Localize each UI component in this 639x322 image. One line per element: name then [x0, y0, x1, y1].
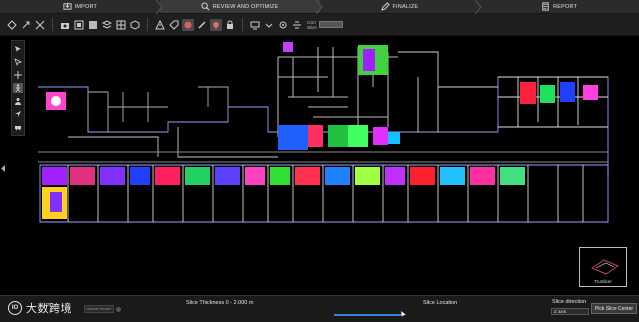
tag-icon[interactable] [168, 19, 180, 31]
slider-handle-icon[interactable] [401, 311, 407, 317]
pick-slice-center-button[interactable]: Pick Slice Center [591, 303, 637, 314]
grid-icon[interactable] [115, 19, 127, 31]
review-icon [201, 2, 210, 11]
step-review[interactable]: REVIEW AND OPTIMIZE [159, 0, 323, 14]
pin-icon[interactable] [210, 18, 222, 31]
move-icon[interactable] [13, 70, 23, 80]
collapse-arrow-icon[interactable] [1, 165, 5, 172]
select-icon[interactable] [13, 44, 23, 54]
toolbar: CS0 Slice [0, 14, 639, 36]
cube-icon[interactable] [129, 19, 141, 31]
navigate-icon[interactable] [13, 109, 23, 119]
warning-icon[interactable] [154, 19, 166, 31]
step-import[interactable]: IMPORT [0, 0, 163, 14]
box-icon[interactable] [87, 19, 99, 31]
floorplan-drawing [38, 42, 609, 223]
cs-value-field[interactable] [318, 21, 343, 28]
slice-location-slider[interactable] [334, 314, 404, 316]
paint-icon[interactable] [182, 18, 194, 31]
chevron-down-icon[interactable] [263, 19, 275, 31]
camera-icon[interactable] [59, 19, 71, 31]
watermark-logo: IO [8, 301, 22, 315]
lock-icon[interactable] [224, 19, 236, 31]
workflow-bar: IMPORT REVIEW AND OPTIMIZE FINALIZE REPO… [0, 0, 639, 14]
minimap-label: TruSlicer [594, 279, 612, 284]
left-label: Pl [46, 303, 51, 309]
step-report-label: REPORT [553, 3, 578, 10]
tool-palette [11, 40, 25, 136]
expand-icon[interactable] [34, 19, 46, 31]
step-finalize-label: FINALIZE [392, 3, 419, 10]
floorplan-viewport[interactable] [28, 37, 634, 295]
step-review-label: REVIEW AND OPTIMIZE [212, 3, 279, 10]
person-icon[interactable] [13, 96, 23, 106]
watermark: IO 大数跨境 [8, 300, 72, 316]
brush-icon[interactable] [196, 19, 208, 31]
update-model-field[interactable]: Update Model [84, 305, 114, 313]
slice-direction-select[interactable]: Z axis [551, 308, 589, 315]
cs-selector[interactable]: CS0 Slice [307, 20, 317, 30]
step-report[interactable]: REPORT [479, 0, 639, 13]
report-icon [542, 2, 549, 11]
rotate-icon[interactable] [20, 19, 32, 31]
car-icon[interactable] [13, 122, 23, 132]
step-finalize[interactable]: FINALIZE [320, 0, 482, 14]
walk-icon[interactable] [13, 83, 23, 93]
frame-icon[interactable] [73, 19, 85, 31]
lasso-icon[interactable] [13, 57, 23, 67]
step-import-label: IMPORT [74, 3, 98, 10]
slice-direction-label: Slice direction [552, 299, 587, 305]
slice-thickness-label: Slice Thickness 0 - 2.000 m [186, 300, 254, 306]
slice-icon[interactable] [291, 19, 303, 31]
minimap[interactable]: TruSlicer [579, 247, 627, 287]
status-dot [116, 307, 121, 312]
display-icon[interactable] [249, 19, 261, 31]
finalize-icon [380, 2, 390, 11]
settings-icon[interactable] [277, 19, 289, 31]
slice-location-label: Slice Location [423, 300, 458, 306]
import-icon [63, 2, 72, 10]
slice-label: Slice [307, 24, 317, 30]
layers-icon[interactable] [101, 19, 113, 31]
view-icon[interactable] [6, 19, 18, 31]
